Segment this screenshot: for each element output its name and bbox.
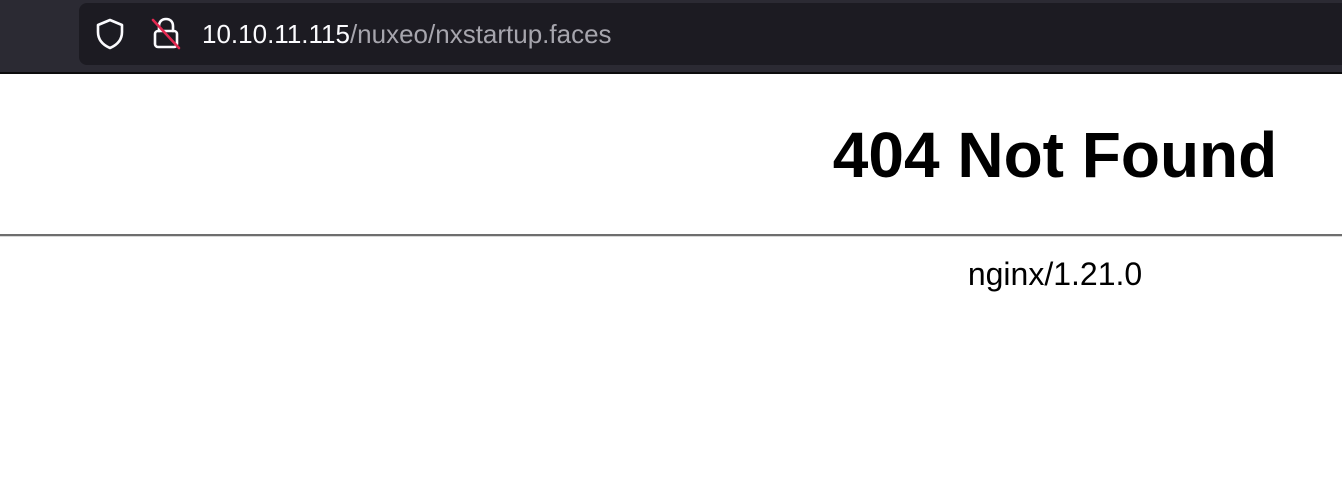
shield-icon[interactable] (93, 17, 127, 51)
url-path: /nuxeo/nxstartup.faces (349, 19, 612, 49)
page-title: 404 Not Found (832, 119, 1278, 191)
browser-toolbar: 10.10.11.115/nuxeo/nxstartup.faces (0, 0, 1342, 74)
page-divider (0, 234, 1342, 237)
server-signature: nginx/1.21.0 (967, 256, 1143, 292)
insecure-lock-icon[interactable] (148, 15, 184, 51)
page-content: 404 Not Found nginx/1.21.0 (0, 74, 1342, 490)
url-text[interactable]: 10.10.11.115/nuxeo/nxstartup.faces (202, 18, 612, 50)
url-host: 10.10.11.115 (202, 19, 350, 49)
